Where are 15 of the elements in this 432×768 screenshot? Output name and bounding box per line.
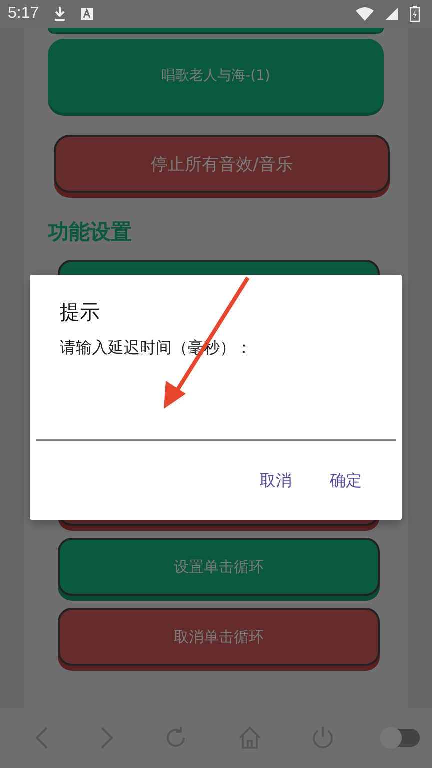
power-icon[interactable] (310, 726, 335, 750)
wifi-icon (356, 7, 374, 21)
signal-icon (386, 8, 398, 20)
home-icon[interactable] (238, 726, 262, 750)
dialog-button[interactable]: 取消 (256, 467, 296, 496)
download-icon (53, 6, 68, 22)
back-icon[interactable] (34, 726, 50, 750)
section-heading: 功能设置 (48, 219, 132, 246)
battery-icon (410, 6, 420, 22)
dialog-button[interactable]: 确定 (326, 467, 366, 496)
forward-icon[interactable] (99, 726, 116, 750)
keyboard-icon (81, 8, 94, 20)
clock: 5:17 (8, 5, 40, 23)
action-button[interactable]: 唱歌老人与海-(1) (48, 39, 384, 113)
dialog-title: 提示 (60, 299, 101, 326)
